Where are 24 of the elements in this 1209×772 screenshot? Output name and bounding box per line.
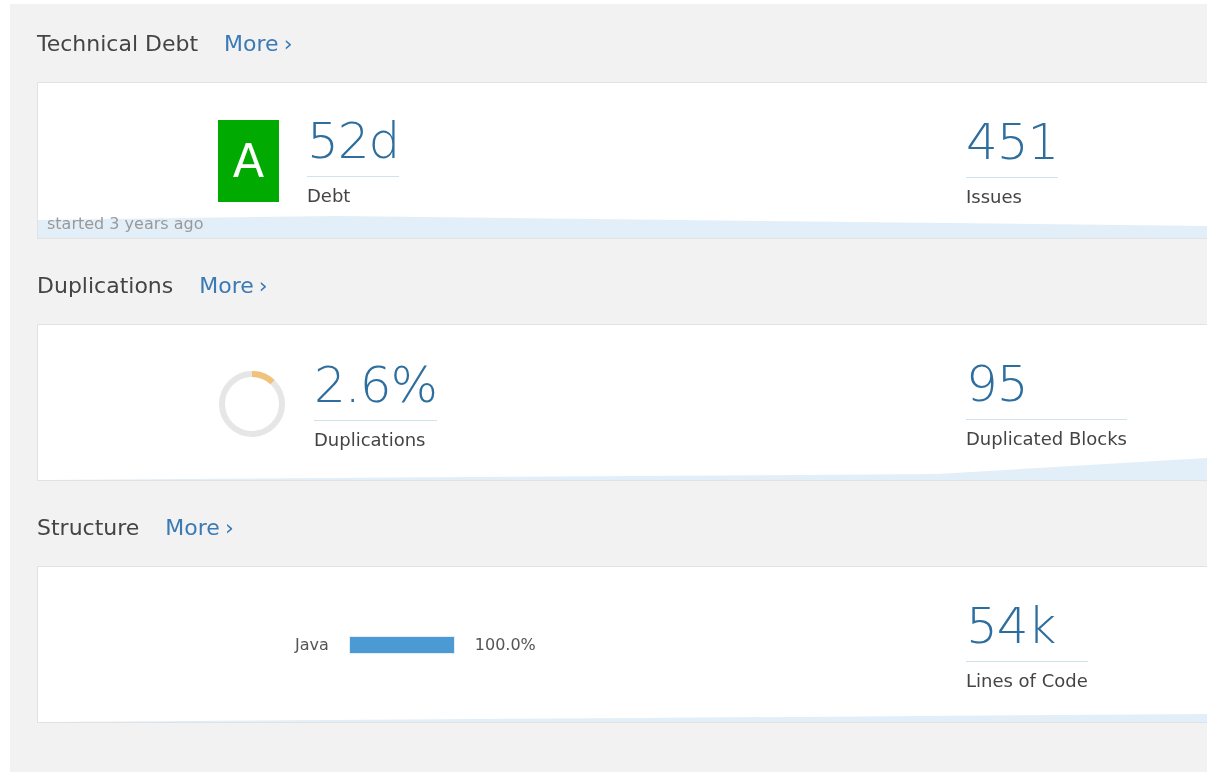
metric-label: Debt [307,185,352,206]
more-link[interactable]: More › [199,273,268,298]
metric-label: Duplications [314,429,427,450]
metric-label: Duplicated Blocks [966,428,1127,449]
start-note: started 3 years ago [47,214,204,233]
metric-value[interactable]: 451 [966,113,1059,178]
metric-label: Issues [966,186,1023,207]
rating-badge: A [218,120,279,202]
more-link[interactable]: More › [224,31,293,56]
section-title: Structure [37,515,140,540]
metric-value[interactable]: 52d [307,112,400,177]
metric-value[interactable]: 95 [966,355,1127,420]
language-share: 100.0% [474,635,536,654]
metric-value[interactable]: 2.6% [314,356,438,421]
language-name: Java [295,635,329,654]
chevron-icon: › [258,273,268,298]
metric-label: Lines of Code [966,670,1088,691]
chevron-icon: › [283,31,293,56]
donut-chart [218,370,286,438]
section-title: Duplications [37,273,174,298]
chevron-icon: › [224,515,234,540]
metric-value[interactable]: 54k [966,597,1088,662]
more-link[interactable]: More › [165,515,234,540]
section-title: Technical Debt [37,31,199,56]
